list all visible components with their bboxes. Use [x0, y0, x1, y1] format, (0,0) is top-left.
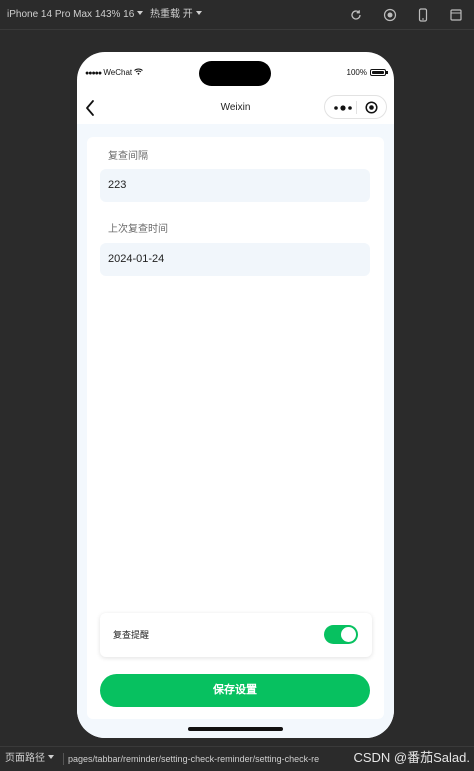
record-icon[interactable]: [383, 8, 397, 22]
reminder-toggle-row: 复查提醒: [100, 613, 372, 657]
detach-window-icon[interactable]: [449, 8, 463, 22]
page-path-label: 页面路径: [5, 753, 45, 764]
reminder-switch[interactable]: [324, 625, 358, 644]
battery-icon: [370, 69, 388, 76]
status-battery: 100%: [346, 68, 388, 78]
hot-reload-label: 热重载 开: [150, 9, 193, 20]
dynamic-island: [199, 61, 271, 86]
capsule-divider: [356, 101, 357, 114]
page-path-toggle[interactable]: 页面路径: [5, 753, 54, 765]
page-path-value[interactable]: pages/tabbar/reminder/setting-check-remi…: [68, 753, 368, 765]
switch-knob: [341, 627, 356, 642]
footer-divider: [63, 753, 64, 765]
close-miniprogram-icon[interactable]: [365, 101, 378, 114]
reminder-label: 复查提醒: [113, 630, 150, 640]
wifi-icon: [134, 68, 144, 75]
chevron-down-icon: [195, 11, 202, 15]
device-select-label: iPhone 14 Pro Max 143% 16: [7, 9, 135, 20]
phone-simulator: ●●●●● WeChat 100% Weixin 复查间隔 223 上次复查时间…: [77, 52, 394, 738]
interval-input[interactable]: 223: [100, 169, 370, 202]
watermark: CSDN @番茄Salad.: [349, 749, 470, 767]
hot-reload-toggle[interactable]: 热重载 开: [150, 8, 202, 22]
miniprogram-capsule: [324, 95, 387, 119]
save-button[interactable]: 保存设置: [100, 674, 370, 707]
chevron-down-icon: [137, 11, 144, 15]
carrier-label: WeChat: [103, 68, 133, 77]
more-icon[interactable]: [333, 101, 353, 113]
last-check-date-picker[interactable]: 2024-01-24: [100, 243, 370, 276]
device-select[interactable]: iPhone 14 Pro Max 143% 16: [7, 8, 144, 22]
phone-icon[interactable]: [416, 8, 430, 22]
status-carrier: ●●●●● WeChat: [85, 68, 144, 79]
simulator-footer: 页面路径 pages/tabbar/reminder/setting-check…: [0, 746, 474, 771]
last-check-label: 上次复查时间: [108, 224, 168, 235]
home-indicator: [188, 727, 283, 731]
signal-icon: ●●●●●: [85, 70, 102, 77]
simulator-toolbar: iPhone 14 Pro Max 143% 16 热重载 开: [0, 0, 474, 30]
chevron-down-icon: [48, 755, 54, 759]
interval-label: 复查间隔: [108, 151, 148, 162]
battery-label: 100%: [346, 68, 367, 77]
refresh-icon[interactable]: [349, 8, 363, 22]
